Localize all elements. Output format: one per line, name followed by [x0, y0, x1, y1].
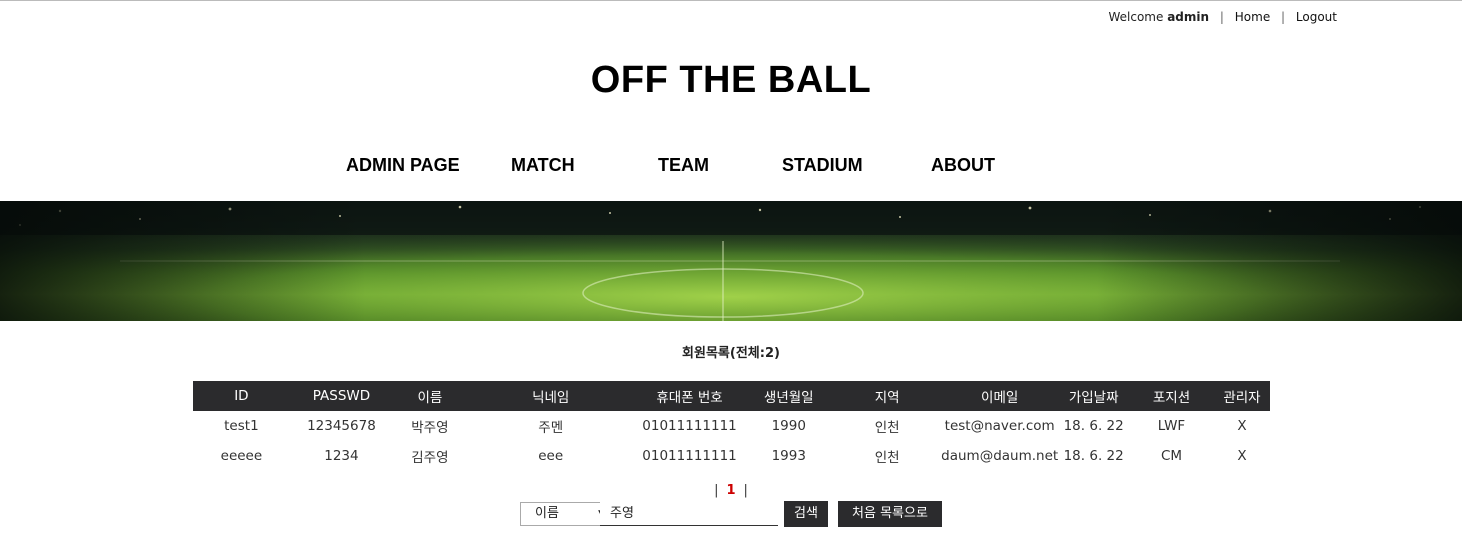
cell-passwd: 12345678	[307, 418, 376, 434]
column-header: 포지션	[1129, 381, 1214, 411]
cell-nickname: 주멘	[538, 420, 564, 436]
cell-birth-year: 1990	[771, 418, 806, 434]
cell-position: LWF	[1157, 418, 1186, 434]
user-bar: Welcome admin | Home | Logout	[1108, 10, 1337, 24]
cell-phone: 01011111111	[642, 418, 737, 434]
nav-item-stadium[interactable]: STADIUM	[782, 155, 863, 176]
member-list-title: 회원목록(전체:2)	[682, 346, 780, 361]
reset-list-button[interactable]: 처음 목록으로	[838, 501, 942, 527]
column-header: 관리자	[1213, 381, 1270, 411]
table-row: test1 12345678 박주영 주멘 01011111111 1990 인…	[193, 411, 1270, 441]
cell-passwd: 1234	[324, 448, 359, 464]
cell-region: 인천	[874, 450, 900, 466]
cell-id[interactable]: test1	[193, 411, 290, 441]
column-header: 생년월일	[744, 381, 834, 411]
column-header: 이름	[393, 381, 467, 411]
search-button[interactable]: 검색	[784, 501, 828, 527]
search-field-select[interactable]: 이름 ▼	[520, 502, 610, 526]
table-header-row: ID PASSWD 이름 닉네임 휴대폰 번호 생년월일 지역 이메일 가입날짜…	[193, 381, 1270, 411]
pitch-illustration	[0, 201, 1462, 321]
cell-phone: 01011111111	[642, 448, 737, 464]
cell-position: CM	[1160, 448, 1183, 464]
site-title[interactable]: OFF THE BALL	[0, 59, 1462, 102]
column-header: 이메일	[941, 381, 1059, 411]
column-header: 가입날짜	[1058, 381, 1130, 411]
table-row: eeeee 1234 김주영 eee 01011111111 1993 인천 d…	[193, 441, 1270, 471]
column-header: PASSWD	[289, 381, 394, 411]
cell-email: daum@daum.net	[941, 448, 1059, 464]
stadium-banner-image	[0, 201, 1462, 321]
cell-id[interactable]: eeeee	[193, 441, 290, 471]
column-header: 지역	[833, 381, 942, 411]
separator: |	[1281, 10, 1286, 24]
cell-name: 박주영	[411, 420, 449, 436]
separator: |	[1219, 10, 1224, 24]
cell-join-date: 18. 6. 22	[1063, 448, 1124, 464]
column-header: 휴대폰 번호	[634, 381, 745, 411]
logout-link[interactable]: Logout	[1296, 10, 1337, 24]
home-link[interactable]: Home	[1235, 10, 1270, 24]
welcome-text: Welcome	[1108, 10, 1164, 24]
page-link-current[interactable]: 1	[726, 483, 735, 498]
pagination: | 1 |	[0, 483, 1462, 498]
cell-admin: X	[1237, 418, 1247, 434]
cell-join-date: 18. 6. 22	[1063, 418, 1124, 434]
search-field-selected: 이름	[535, 506, 559, 521]
cell-admin: X	[1237, 448, 1247, 464]
cell-name: 김주영	[411, 450, 449, 466]
column-header: 닉네임	[466, 381, 635, 411]
nav-item-admin-page[interactable]: ADMIN PAGE	[346, 155, 460, 176]
cell-birth-year: 1993	[771, 448, 806, 464]
cell-nickname: eee	[538, 448, 564, 464]
main-nav: ADMIN PAGE MATCH TEAM STADIUM ABOUT	[0, 155, 1462, 177]
cell-region: 인천	[874, 420, 900, 436]
pagination-separator: |	[743, 483, 748, 498]
pagination-separator: |	[714, 483, 719, 498]
nav-item-about[interactable]: ABOUT	[931, 155, 995, 176]
nav-item-match[interactable]: MATCH	[511, 155, 575, 176]
cell-email: test@naver.com	[944, 418, 1055, 434]
username: admin	[1167, 10, 1210, 24]
member-table: ID PASSWD 이름 닉네임 휴대폰 번호 생년월일 지역 이메일 가입날짜…	[193, 381, 1270, 471]
column-header: ID	[193, 381, 290, 411]
search-input[interactable]: 주영	[600, 501, 778, 526]
nav-item-team[interactable]: TEAM	[658, 155, 709, 176]
